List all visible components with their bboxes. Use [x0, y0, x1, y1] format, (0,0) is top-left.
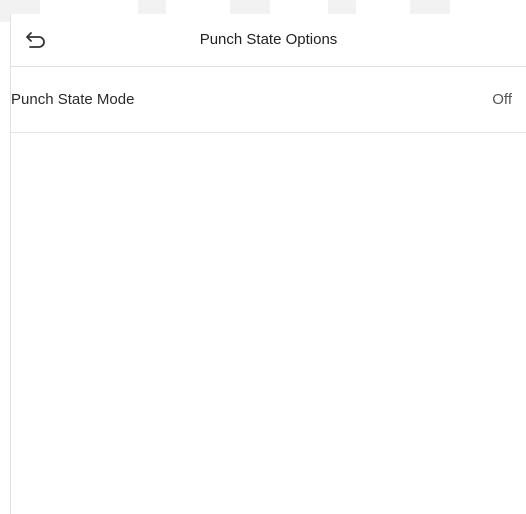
background-block	[230, 0, 270, 14]
page-title: Punch State Options	[199, 31, 338, 48]
setting-label: Punch State Mode	[11, 91, 135, 108]
setting-value: Off	[492, 91, 512, 108]
setting-row-punch-state-mode[interactable]: Punch State Mode Off	[11, 67, 526, 133]
background-block	[410, 0, 450, 14]
options-panel: Punch State Options Punch State Mode Off	[10, 14, 526, 514]
header-bar: Punch State Options	[11, 14, 526, 67]
